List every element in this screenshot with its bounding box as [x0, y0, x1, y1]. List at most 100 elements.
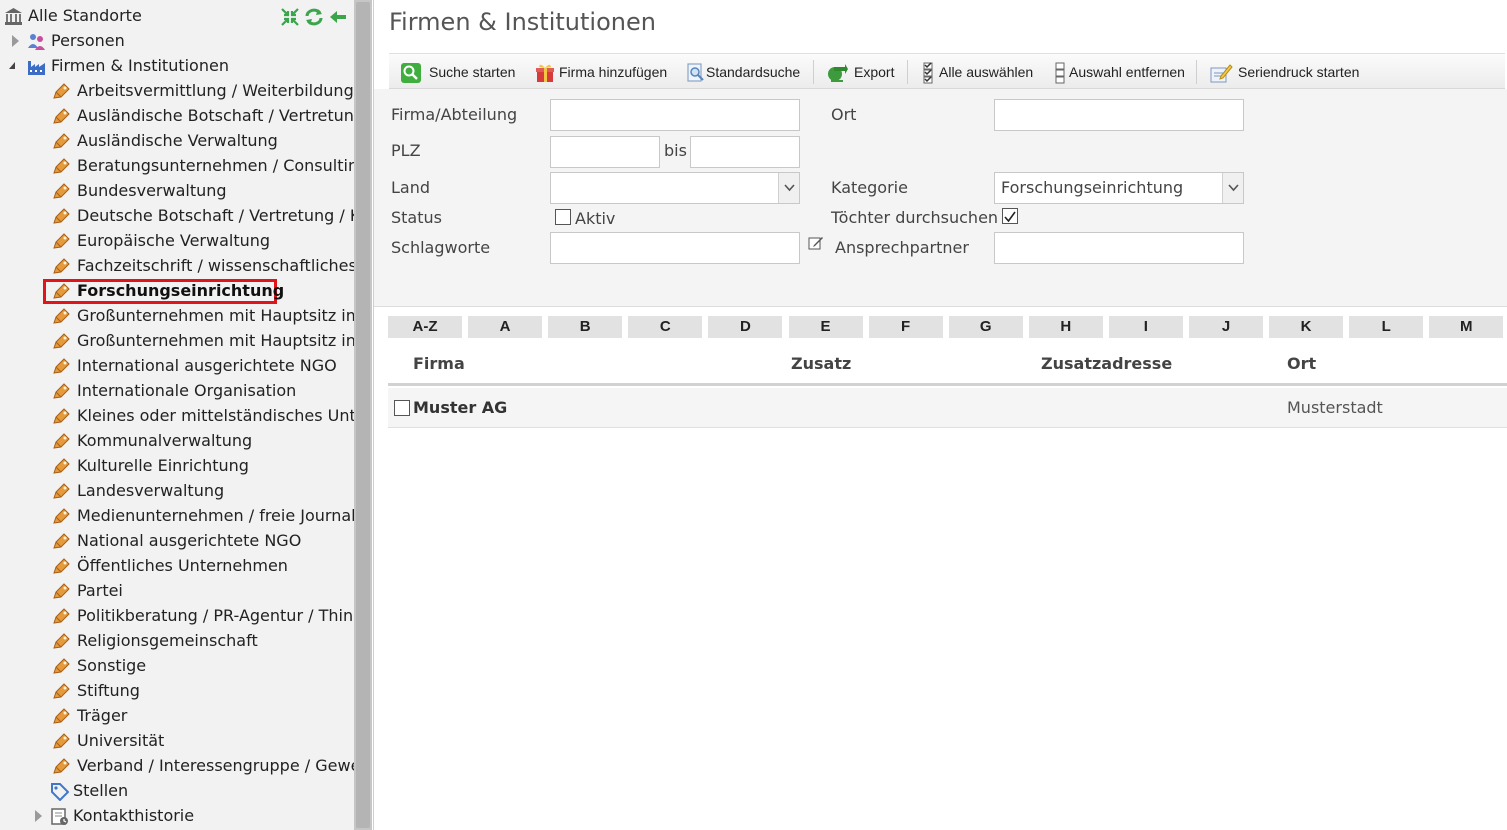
tree-item-category[interactable]: Öffentliches Unternehmen	[0, 553, 354, 578]
status-label: Status	[391, 208, 442, 227]
tree-item-label: Politikberatung / PR-Agentur / Think	[77, 606, 354, 625]
alphabet-button[interactable]: L	[1349, 316, 1424, 338]
tree-item-category[interactable]: Kulturelle Einrichtung	[0, 453, 354, 478]
tree-item-category[interactable]: Ausländische Botschaft / Vertretung	[0, 103, 354, 128]
tree-item-category[interactable]: Kommunalverwaltung	[0, 428, 354, 453]
tree-item-label: Arbeitsvermittlung / Weiterbildung /	[77, 81, 354, 100]
tree-item-firmen[interactable]: Firmen & Institutionen	[0, 53, 354, 78]
alphabet-button[interactable]: A-Z	[388, 316, 462, 338]
alphabet-button[interactable]: K	[1269, 316, 1344, 338]
column-header-ort[interactable]: Ort	[1287, 354, 1316, 373]
category-tag-icon	[52, 282, 70, 299]
sidebar-scrollbar[interactable]	[354, 0, 372, 830]
tree-item-stellen[interactable]: Stellen	[0, 778, 354, 803]
arrow-left-icon[interactable]	[328, 7, 348, 27]
plz-to-input[interactable]	[690, 136, 800, 168]
alphabet-button[interactable]: F	[868, 316, 943, 338]
edit-icon[interactable]	[808, 235, 824, 251]
kategorie-select[interactable]: Forschungseinrichtung	[994, 172, 1244, 204]
tree-item-category[interactable]: Medienunternehmen / freie Journalis	[0, 503, 354, 528]
tree-item-category[interactable]: Internationale Organisation	[0, 378, 354, 403]
expand-icon[interactable]	[12, 35, 19, 47]
tree-item-category[interactable]: Fachzeitschrift / wissenschaftliches Jo	[0, 253, 354, 278]
category-tag-icon	[52, 732, 70, 749]
tree-item-label: Sonstige	[77, 656, 147, 675]
tree-item-category[interactable]: Großunternehmen mit Hauptsitz im	[0, 303, 354, 328]
chevron-down-icon[interactable]	[778, 173, 799, 203]
category-tag-icon	[52, 757, 70, 774]
alphabet-button[interactable]: C	[628, 316, 703, 338]
category-tag-icon	[52, 657, 70, 674]
tree-item-label: Religionsgemeinschaft	[77, 631, 258, 650]
alphabet-button[interactable]: M	[1429, 316, 1504, 338]
tree-item-label: Kommunalverwaltung	[77, 431, 253, 450]
refresh-icon[interactable]	[304, 7, 324, 27]
tree-item-category[interactable]: Landesverwaltung	[0, 478, 354, 503]
alphabet-button[interactable]: E	[788, 316, 863, 338]
alphabet-filter: A-Z A B C D E F G H I J K L M	[388, 316, 1507, 338]
chevron-down-icon[interactable]	[1222, 173, 1243, 203]
tree-item-category[interactable]: Deutsche Botschaft / Vertretung / Ku	[0, 203, 354, 228]
table-row[interactable]: Muster AG Musterstadt	[388, 388, 1507, 428]
tree-item-kontakthistorie[interactable]: Kontakthistorie	[0, 803, 354, 828]
tree-item-category[interactable]: Bundesverwaltung	[0, 178, 354, 203]
scrollbar-thumb[interactable]	[356, 2, 370, 828]
export-button-label: Export	[854, 64, 895, 80]
expand-icon[interactable]	[35, 810, 42, 822]
tree-item-category[interactable]: Verband / Interessengruppe / Gewer	[0, 753, 354, 778]
tree-item-category[interactable]: Großunternehmen mit Hauptsitz in D	[0, 328, 354, 353]
alphabet-button[interactable]: I	[1108, 316, 1183, 338]
alphabet-button[interactable]: A	[468, 316, 543, 338]
firma-input[interactable]	[550, 99, 800, 131]
schlagworte-input[interactable]	[550, 232, 800, 264]
tree-item-category[interactable]: International ausgerichtete NGO	[0, 353, 354, 378]
land-select[interactable]	[550, 172, 800, 204]
tree-item-label: Ausländische Botschaft / Vertretung	[77, 106, 354, 125]
category-tag-icon	[52, 607, 70, 624]
tree-item-label: Träger	[77, 706, 128, 725]
column-header-zusatzadresse[interactable]: Zusatzadresse	[1041, 354, 1172, 373]
collapse-all-icon[interactable]	[280, 7, 300, 27]
ansprechpartner-input[interactable]	[994, 232, 1244, 264]
collapse-icon[interactable]	[9, 62, 15, 69]
tree-item-category[interactable]: National ausgerichtete NGO	[0, 528, 354, 553]
tree-item-label: Deutsche Botschaft / Vertretung / Ku	[77, 206, 354, 225]
aktiv-checkbox[interactable]	[555, 209, 571, 225]
tree-item-category[interactable]: Träger	[0, 703, 354, 728]
tree-item-label: Universität	[77, 731, 165, 750]
column-header-firma[interactable]: Firma	[413, 354, 465, 373]
row-checkbox[interactable]	[394, 400, 410, 416]
tree-item-category[interactable]: Arbeitsvermittlung / Weiterbildung /	[0, 78, 354, 103]
alphabet-button[interactable]: H	[1028, 316, 1103, 338]
tree-item-personen[interactable]: Personen	[0, 28, 354, 53]
category-tag-icon	[52, 582, 70, 599]
tree-item-category[interactable]: Beratungsunternehmen / Consulting	[0, 153, 354, 178]
tree-item-category[interactable]: Kleines oder mittelständisches Unter	[0, 403, 354, 428]
alphabet-button[interactable]: D	[708, 316, 783, 338]
tree-item-category[interactable]: Religionsgemeinschaft	[0, 628, 354, 653]
ort-input[interactable]	[994, 99, 1244, 131]
alphabet-button[interactable]: G	[948, 316, 1023, 338]
search-icon	[400, 62, 421, 83]
document-search-icon	[685, 62, 705, 82]
tree-item-label: Verband / Interessengruppe / Gewer	[77, 756, 354, 775]
row-firma[interactable]: Muster AG	[413, 398, 507, 417]
tree-item-category[interactable]: Sonstige	[0, 653, 354, 678]
checklist-icon	[921, 62, 941, 84]
land-label: Land	[391, 178, 431, 197]
category-tag-icon	[52, 107, 70, 124]
toechter-checkbox[interactable]	[1002, 208, 1018, 224]
tree-item-category[interactable]: Ausländische Verwaltung	[0, 128, 354, 153]
tree-item-category[interactable]: Europäische Verwaltung	[0, 228, 354, 253]
tree-item-category[interactable]: Politikberatung / PR-Agentur / Think	[0, 603, 354, 628]
alphabet-button[interactable]: B	[548, 316, 623, 338]
tree-item-category[interactable]: Forschungseinrichtung	[0, 278, 354, 304]
tree-item-category[interactable]: Partei	[0, 578, 354, 603]
toolbar-separator	[907, 60, 908, 84]
plz-from-input[interactable]	[550, 136, 660, 168]
tree-item-category[interactable]: Universität	[0, 728, 354, 753]
alphabet-button[interactable]: J	[1189, 316, 1263, 338]
column-header-zusatz[interactable]: Zusatz	[791, 354, 851, 373]
tree-item-category[interactable]: Stiftung	[0, 678, 354, 703]
search-form: Firma/Abteilung Ort PLZ bis Land Kategor…	[374, 89, 1507, 307]
